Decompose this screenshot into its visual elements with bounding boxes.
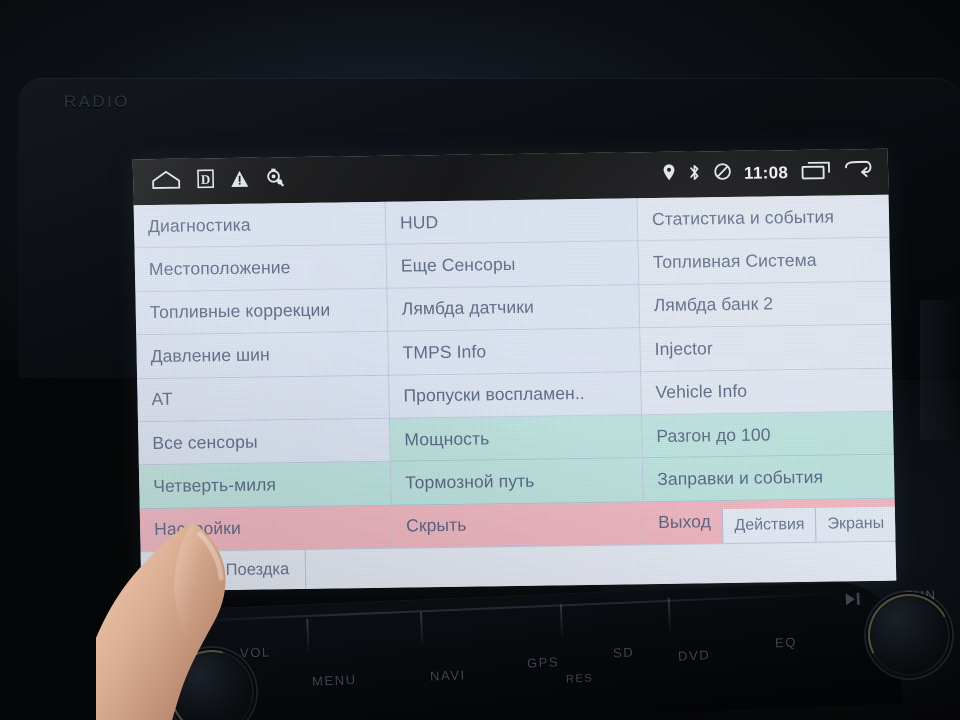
back-icon[interactable] bbox=[844, 159, 874, 184]
menu-item-moshchnost[interactable]: Мощность bbox=[389, 415, 642, 462]
play-pause-icon[interactable] bbox=[845, 592, 864, 612]
menu-item-diagnostika[interactable]: Диагностика bbox=[133, 201, 386, 249]
menu-item-razgon-do-100[interactable]: Разгон до 100 bbox=[641, 411, 894, 459]
tab-poezdka[interactable]: Поездка bbox=[209, 549, 307, 591]
menu-item-at[interactable]: AT bbox=[137, 375, 389, 423]
hw-button-dvd[interactable]: DVD bbox=[678, 647, 711, 663]
hw-button-navi[interactable]: NAVI bbox=[430, 667, 466, 684]
console-divider bbox=[420, 612, 424, 647]
menu-column-2: HUD Еще Сенсоры Лямбда датчики TMPS Info… bbox=[385, 198, 645, 548]
dash-trim-right bbox=[920, 300, 960, 440]
bluetooth-icon bbox=[688, 163, 701, 186]
tab-hud[interactable]: HUD bbox=[140, 551, 211, 592]
menu-item-toplivnaya-sistema[interactable]: Топливная Система bbox=[638, 238, 891, 286]
dashboard-photo: RADIO D 11:08 Диагностика Местоположение… bbox=[0, 0, 960, 720]
touchscreen[interactable]: D 11:08 Диагностика Местоположение Топли… bbox=[132, 148, 897, 592]
status-bar-clock: 11:08 bbox=[743, 163, 789, 183]
status-bar-left-icons: D bbox=[151, 168, 284, 195]
hw-button-vol[interactable]: VOL bbox=[240, 644, 271, 660]
hw-button-eq[interactable]: EQ bbox=[775, 635, 798, 651]
menu-item-statistika-i-sobytiya[interactable]: Статистика и события bbox=[637, 194, 890, 242]
screen-content: D 11:08 Диагностика Местоположение Топли… bbox=[132, 148, 897, 592]
warning-triangle-icon[interactable] bbox=[230, 169, 249, 192]
menu-item-lyambda-bank-2[interactable]: Лямбда банк 2 bbox=[639, 281, 892, 329]
menu-column-1: Диагностика Местоположение Топливные кор… bbox=[133, 201, 393, 552]
hw-button-sd[interactable]: SD bbox=[613, 645, 635, 661]
action-strip: Действия Экраны bbox=[722, 506, 896, 544]
menu-item-tmps-info[interactable]: TMPS Info bbox=[388, 328, 641, 376]
menu-item-vehicle-info[interactable]: Vehicle Info bbox=[641, 368, 893, 416]
menu-item-nastroyki[interactable]: Настройки bbox=[139, 505, 392, 552]
status-bar-right-icons: 11:08 bbox=[663, 159, 875, 187]
menu-item-mestopolozhenie[interactable]: Местоположение bbox=[134, 245, 387, 293]
console-divider bbox=[306, 618, 310, 654]
hw-button-res[interactable]: RES bbox=[566, 672, 594, 685]
svg-text:D: D bbox=[201, 172, 211, 187]
screens-button[interactable]: Экраны bbox=[815, 506, 896, 542]
console-divider bbox=[667, 597, 672, 632]
hw-button-gps[interactable]: GPS bbox=[527, 654, 560, 670]
menu-item-chetvert-milya[interactable]: Четверть-миля bbox=[138, 461, 391, 509]
menu-item-lyambda-datchiki[interactable]: Лямбда датчики bbox=[387, 285, 640, 332]
menu-item-toplivnye-korrekcii[interactable]: Топливные коррекции bbox=[135, 288, 388, 336]
radio-label: RADIO bbox=[64, 92, 130, 111]
menu-item-eshe-sensory[interactable]: Еще Сенсоры bbox=[386, 241, 639, 289]
menu-item-vse-sensory[interactable]: Все сенсоры bbox=[137, 418, 390, 466]
recents-icon[interactable] bbox=[801, 160, 831, 185]
menu-grid: Диагностика Местоположение Топливные кор… bbox=[133, 194, 896, 552]
menu-column-3: Статистика и события Топливная Система Л… bbox=[637, 194, 896, 545]
menu-item-propuski-vosplamen[interactable]: Пропуски воспламен.. bbox=[389, 371, 641, 419]
menu-item-davlenie-shin[interactable]: Давление шин bbox=[136, 331, 389, 379]
location-pin-icon bbox=[663, 164, 675, 186]
hw-button-menu[interactable]: MENU bbox=[312, 672, 357, 689]
menu-item-tormoznoy-put[interactable]: Тормозной путь bbox=[390, 458, 643, 506]
menu-item-skryt[interactable]: Скрыть bbox=[391, 501, 644, 548]
menu-item-injector[interactable]: Injector bbox=[640, 324, 893, 372]
d-badge-icon[interactable]: D bbox=[197, 169, 215, 193]
actions-button[interactable]: Действия bbox=[722, 507, 816, 544]
console-divider bbox=[559, 604, 564, 639]
gear-search-icon[interactable] bbox=[265, 168, 284, 192]
menu-item-hud[interactable]: HUD bbox=[385, 198, 638, 246]
home-icon[interactable] bbox=[151, 169, 181, 194]
do-not-disturb-icon bbox=[714, 163, 731, 185]
menu-item-zapravki-i-sobytiya[interactable]: Заправки и события bbox=[642, 454, 895, 502]
